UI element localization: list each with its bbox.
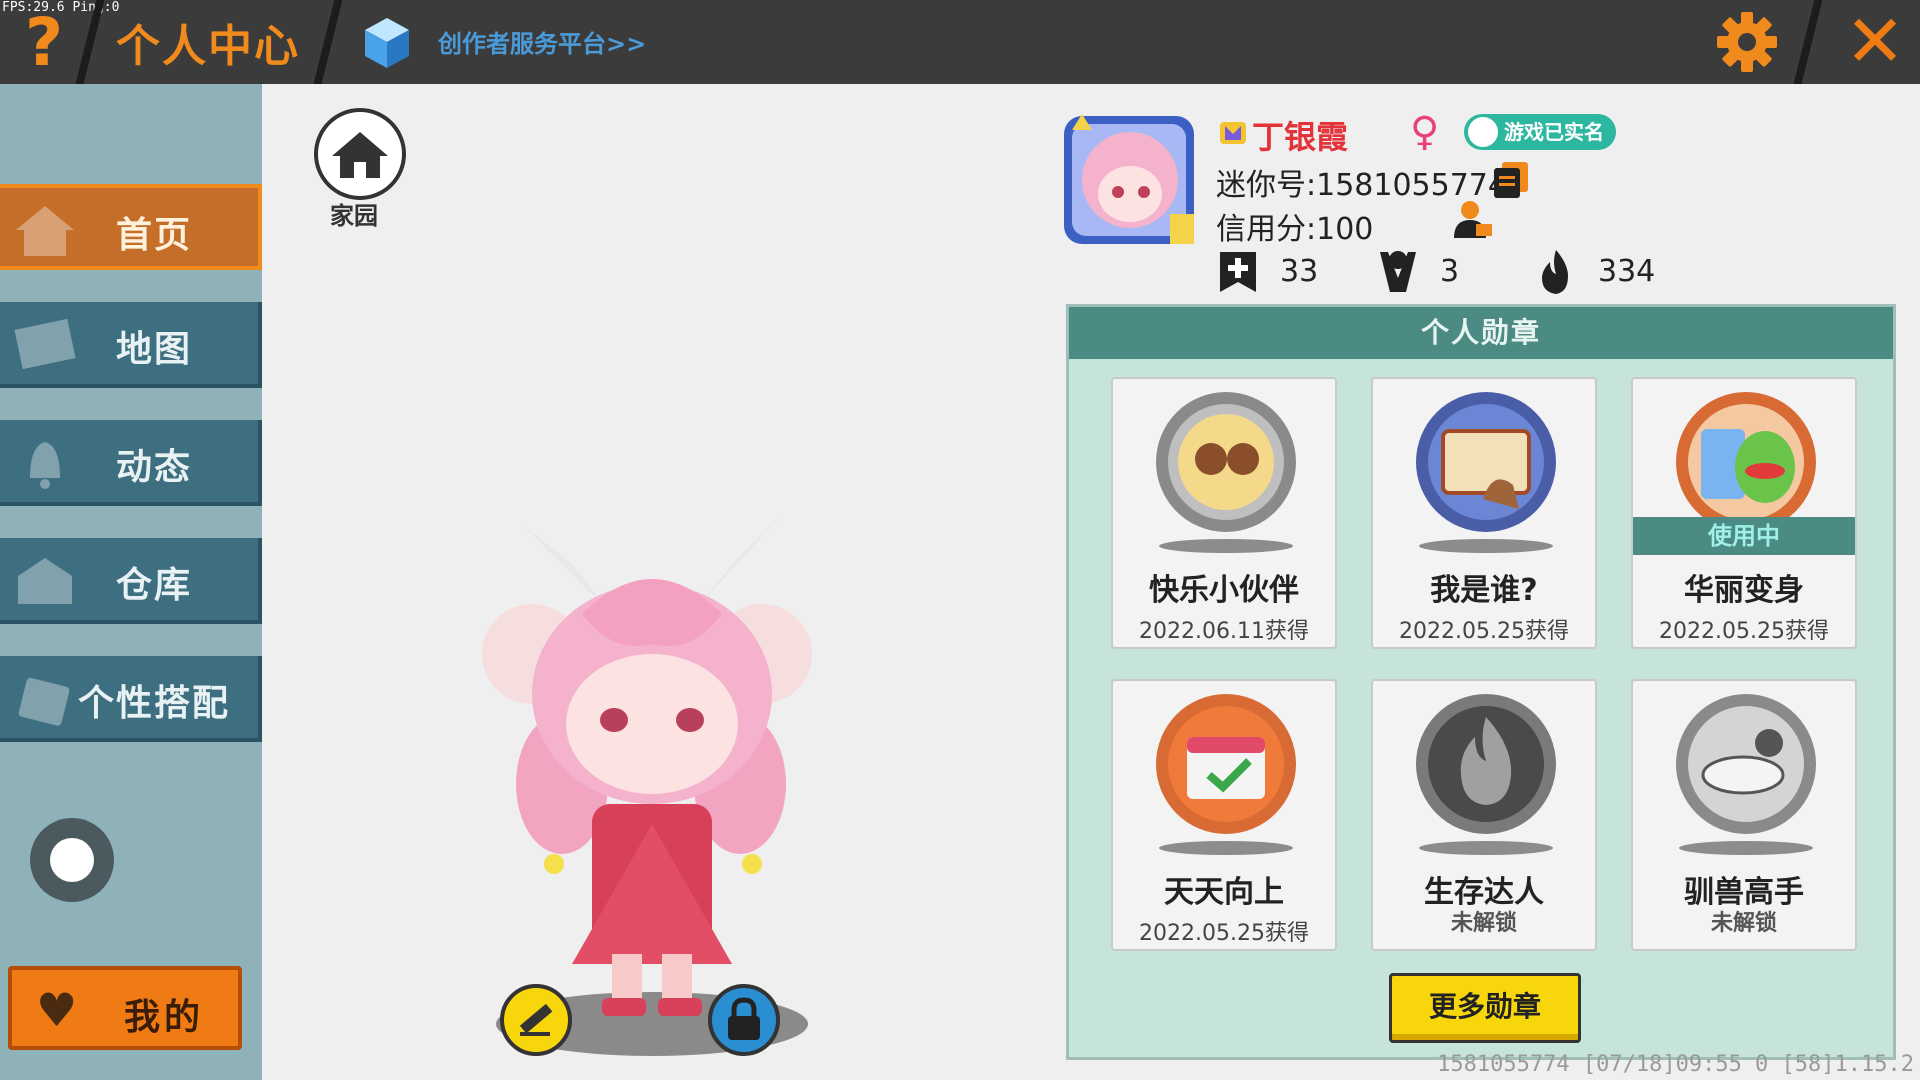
vip-icon xyxy=(1220,122,1246,144)
badge-name: 天天向上 xyxy=(1164,875,1284,910)
floating-joystick[interactable] xyxy=(30,818,114,902)
nickname: 丁银霞 xyxy=(1252,118,1349,156)
badge-card[interactable]: 快乐小伙伴 2022.06.11获得 xyxy=(1111,377,1337,649)
badge-name: 快乐小伙伴 xyxy=(1149,573,1299,608)
medal-shadow xyxy=(1419,841,1553,855)
medal-shadow xyxy=(1419,539,1553,553)
footer-info: 1581055774 [07/18]09:55 0 [58]1.15.2 xyxy=(1437,1052,1914,1077)
edit-button[interactable] xyxy=(500,984,572,1056)
badge-card[interactable]: 驯兽高手 未解锁 xyxy=(1631,679,1857,951)
sidebar-item-label: 首页 xyxy=(115,215,192,256)
sidebar-item-label: 仓库 xyxy=(115,565,192,606)
home-button[interactable] xyxy=(314,108,406,200)
sidebar-item-map[interactable]: 地图 xyxy=(0,302,262,388)
badge-card[interactable]: 天天向上 2022.05.25获得 xyxy=(1111,679,1337,951)
sidebar-item-home[interactable]: 首页 xyxy=(0,184,262,270)
sidebar-item-outfit[interactable]: 个性搭配 xyxy=(0,656,262,742)
help-button[interactable]: ? xyxy=(14,8,74,78)
profile-portrait[interactable] xyxy=(1058,110,1200,250)
copy-icon[interactable] xyxy=(1492,160,1530,200)
badge-panel: 个人勋章 快乐小伙伴 2022.06.11获得 我是谁? 2022.05.25获… xyxy=(1066,304,1896,1060)
pencil-icon xyxy=(519,1003,553,1036)
in-use-label: 使用中 xyxy=(1633,517,1855,555)
verified-badge: 游戏已实名 xyxy=(1464,114,1616,150)
female-icon: ♀ xyxy=(1410,109,1440,155)
sidebar-item-storage[interactable]: 仓库 xyxy=(0,538,262,624)
house-icon xyxy=(332,132,388,178)
stat-plus-value: 33 xyxy=(1280,254,1319,289)
who-am-i-medal-icon xyxy=(1416,392,1556,532)
beast-tamer-medal-icon xyxy=(1676,694,1816,834)
close-button[interactable]: ✕ xyxy=(1840,5,1910,77)
badge-locked-status: 未解锁 xyxy=(1450,911,1517,936)
badge-locked-status: 未解锁 xyxy=(1710,911,1777,936)
badge-card[interactable]: 使用中 华丽变身 2022.05.25获得 xyxy=(1631,377,1857,649)
medal-shadow xyxy=(1159,841,1293,855)
fire-icon xyxy=(1542,250,1568,294)
badge-date: 2022.05.25获得 xyxy=(1399,619,1569,644)
gear-icon[interactable] xyxy=(1712,10,1782,74)
badge-date: 2022.05.25获得 xyxy=(1139,921,1309,946)
character-avatar[interactable] xyxy=(462,504,842,1064)
badge-date: 2022.06.11获得 xyxy=(1139,619,1309,644)
mine-button[interactable]: ♥ 我的 xyxy=(8,966,242,1050)
heart-icon: ♥ xyxy=(36,983,78,1037)
divider xyxy=(1793,0,1823,84)
trophy-person-icon xyxy=(1380,251,1416,292)
verified-label: 游戏已实名 xyxy=(1504,120,1604,144)
stat-popularity-value: 334 xyxy=(1598,254,1656,289)
badge-panel-title: 个人勋章 xyxy=(1069,307,1893,359)
badge-name: 我是谁? xyxy=(1430,573,1538,608)
badge-card[interactable]: 我是谁? 2022.05.25获得 xyxy=(1371,377,1597,649)
lock-button[interactable] xyxy=(708,984,780,1056)
badge-date: 2022.05.25获得 xyxy=(1659,619,1829,644)
medal-shadow xyxy=(1679,841,1813,855)
page-title: 个人中心 xyxy=(116,21,300,72)
mine-button-label: 我的 xyxy=(124,997,205,1038)
sidebar-item-label: 个性搭配 xyxy=(77,683,230,724)
plus-flag-icon xyxy=(1220,252,1256,292)
cube-icon[interactable] xyxy=(362,16,412,70)
creator-platform-link[interactable]: 创作者服务平台>> xyxy=(438,24,646,59)
survival-expert-medal-icon xyxy=(1416,694,1556,834)
add-friend-icon[interactable] xyxy=(1450,198,1494,240)
badge-name: 华丽变身 xyxy=(1684,573,1804,608)
daily-progress-medal-icon xyxy=(1156,694,1296,834)
happy-partner-medal-icon xyxy=(1156,392,1296,532)
more-badges-button[interactable]: 更多勋章 xyxy=(1389,973,1581,1043)
stat-likes-value: 3 xyxy=(1440,254,1460,289)
badge-card[interactable]: 生存达人 未解锁 xyxy=(1371,679,1597,951)
medal-shadow xyxy=(1159,539,1293,553)
top-bar: FPS:29.6 Ping:0 ? 个人中心 创作者服务平台>> ✕ xyxy=(0,0,1920,84)
person-icon xyxy=(1468,117,1498,147)
sidebar: 首页 地图 动态 仓库 个性搭配 ♥ 我的 xyxy=(0,84,262,1080)
sidebar-item-feed[interactable]: 动态 xyxy=(0,420,262,506)
sidebar-item-label: 动态 xyxy=(115,447,192,488)
gorgeous-transform-medal-icon xyxy=(1676,392,1816,532)
home-label: 家园 xyxy=(330,202,378,230)
divider xyxy=(313,0,343,84)
sidebar-item-label: 地图 xyxy=(115,329,192,370)
credit-score: 信用分:100 xyxy=(1216,212,1374,247)
lock-icon xyxy=(728,997,760,1040)
